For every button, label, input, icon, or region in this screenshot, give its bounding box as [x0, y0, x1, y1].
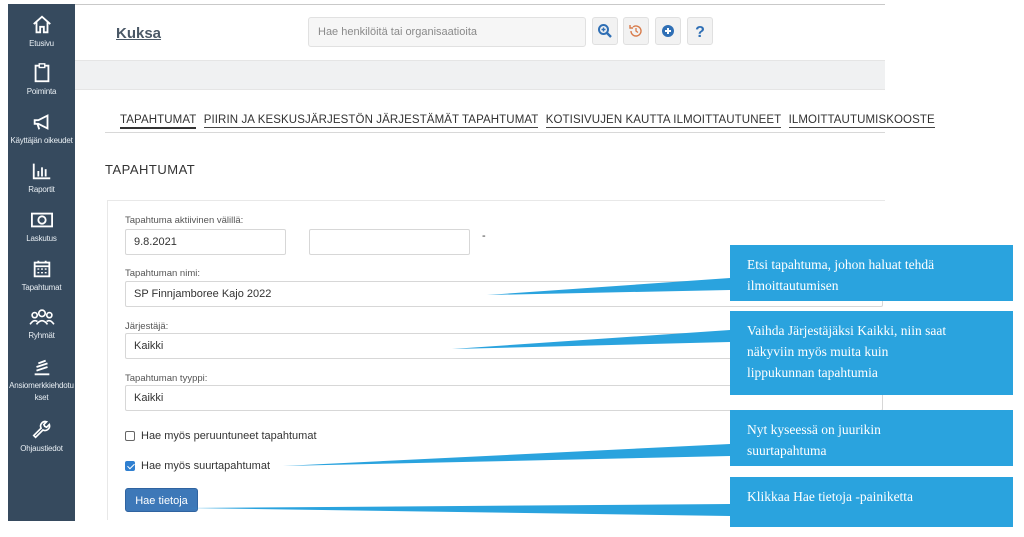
callout-line: Klikkaa Hae tietoja -painiketta [747, 489, 914, 504]
callout-line: ilmoittautumisen [747, 278, 839, 293]
callout-line: Nyt kyseessä on juurikin [747, 422, 881, 437]
callout-line: näkyviin myös muita kuin [747, 344, 889, 359]
callout-click-search: Klikkaa Hae tietoja -painiketta [730, 477, 1013, 527]
callout-line: Etsi tapahtuma, johon haluat tehdä [747, 257, 935, 272]
callout-line: Vaihda Järjestäjäksi Kaikki, niin saat [747, 323, 947, 338]
callout-pointer-3 [283, 444, 730, 466]
callout-find-event: Etsi tapahtuma, johon haluat tehdä ilmoi… [730, 245, 1013, 301]
callout-major-event: Nyt kyseessä on juurikin suurtapahtuma [730, 410, 1013, 466]
callout-line: suurtapahtuma [747, 443, 827, 458]
callout-pointer-4 [188, 504, 730, 516]
callout-pointer-1 [487, 278, 730, 295]
callout-pointer-2 [452, 330, 730, 349]
callout-change-organizer: Vaihda Järjestäjäksi Kaikki, niin saat n… [730, 311, 1013, 395]
callout-line: lippukunnan tapahtumia [747, 365, 878, 380]
